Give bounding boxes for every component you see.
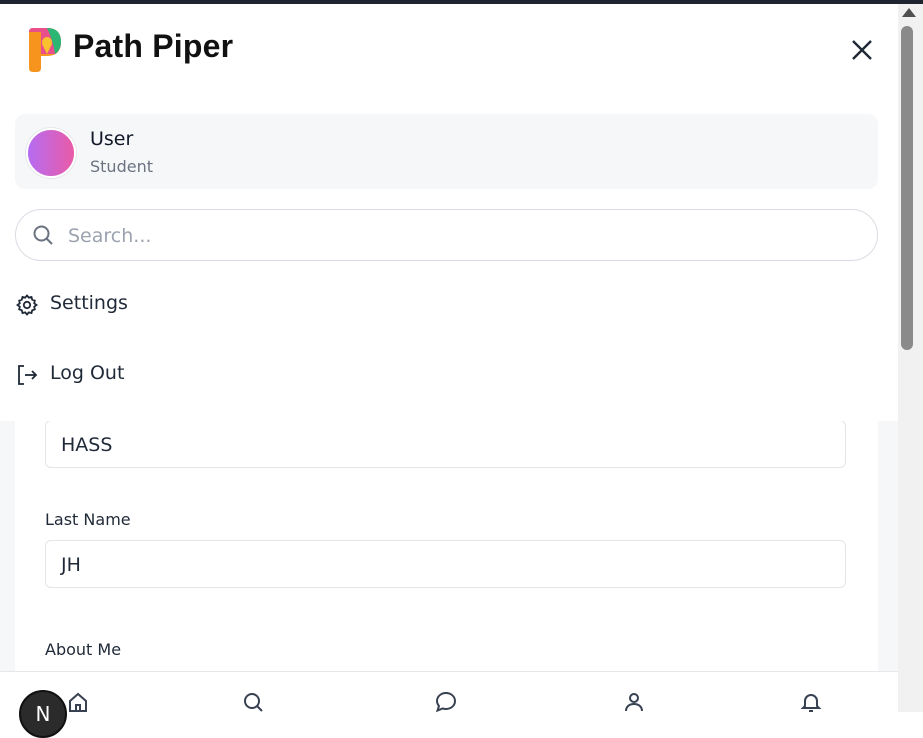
search-input[interactable] [66, 218, 850, 254]
user-card[interactable]: User Student [15, 114, 878, 189]
bottom-nav: N [0, 671, 898, 738]
chat-icon[interactable] [434, 690, 458, 714]
menu-item-logout[interactable]: Log Out [15, 360, 315, 390]
logout-icon [15, 363, 39, 387]
menu-item-label: Settings [50, 292, 128, 314]
menu-item-settings[interactable]: Settings [15, 290, 315, 320]
last-name-field[interactable]: JH [45, 540, 846, 588]
user-role: Student [90, 157, 153, 176]
side-drawer: Path Piper User Student Settings [0, 4, 898, 421]
gear-icon [15, 293, 39, 317]
close-icon [852, 40, 872, 60]
brand-name: Path Piper [73, 28, 234, 64]
search-icon [32, 224, 54, 246]
scrollbar-thumb[interactable] [901, 26, 913, 350]
path-piper-logo [27, 28, 63, 72]
search-icon[interactable] [241, 690, 265, 714]
profile-icon[interactable] [622, 690, 646, 714]
user-name: User [90, 128, 134, 150]
last-name-label: Last Name [45, 510, 131, 529]
dev-badge[interactable]: N [19, 690, 67, 738]
menu-item-label: Log Out [50, 362, 125, 384]
about-me-label: About Me [45, 640, 122, 659]
home-icon[interactable] [66, 690, 90, 714]
search-box [15, 209, 878, 261]
avatar [26, 128, 76, 178]
scroll-up-arrow-icon[interactable] [902, 8, 916, 17]
first-name-field[interactable]: HASS [45, 420, 846, 468]
bell-icon[interactable] [799, 690, 823, 714]
close-drawer-button[interactable] [848, 36, 876, 64]
